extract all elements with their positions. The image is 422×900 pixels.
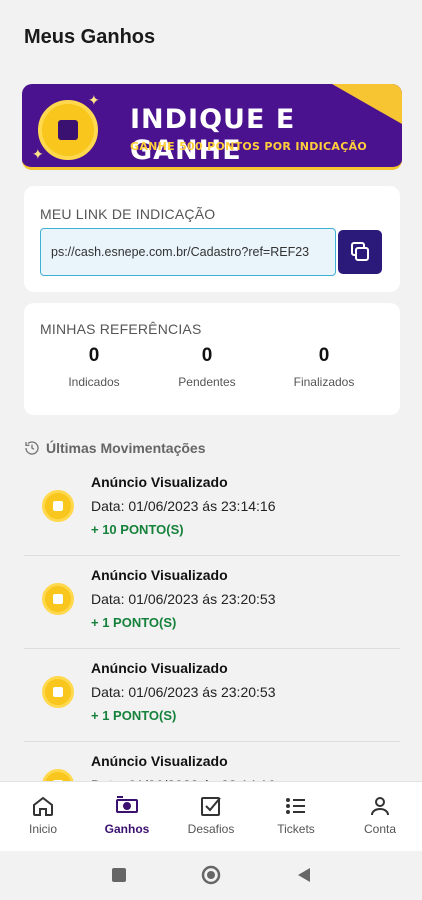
movement-item[interactable]: Anúncio Visualizado Data: 01/06/2023 ás … bbox=[24, 650, 400, 742]
history-icon bbox=[25, 441, 39, 455]
movement-title: Anúncio Visualizado bbox=[91, 474, 228, 490]
cash-icon bbox=[116, 796, 138, 813]
stat-label: Pendentes bbox=[178, 375, 236, 389]
movement-points: + 1 PONTO(S) bbox=[91, 615, 177, 630]
movement-item[interactable]: Anúncio Visualizado Data: 01/06/2023 ás … bbox=[24, 557, 400, 649]
stat-finalizados: 0 Finalizados bbox=[274, 345, 374, 389]
stat-value: 0 bbox=[201, 345, 213, 366]
referrals-card: MINHAS REFERÊNCIAS 0 Indicados 0 Pendent… bbox=[24, 303, 400, 415]
nav-label: Tickets bbox=[277, 822, 315, 836]
page-title: Meus Ganhos bbox=[24, 26, 156, 48]
movements-section-title: Últimas Movimentações bbox=[24, 440, 206, 456]
list-icon bbox=[286, 798, 305, 814]
referral-link-card: MEU LINK DE INDICAÇÃO ps://cash.esnepe.c… bbox=[24, 186, 400, 292]
coin-icon bbox=[42, 676, 74, 708]
bottom-navigation: Inicio Ganhos Desafios Tickets Conta bbox=[0, 781, 422, 851]
referral-banner[interactable]: ✦ ✦ INDIQUE E GANHE GANHE 500 PONTOS POR… bbox=[22, 84, 402, 170]
system-navigation-bar bbox=[0, 851, 422, 900]
referral-link-field[interactable]: ps://cash.esnepe.com.br/Cadastro?ref=REF… bbox=[40, 228, 336, 276]
home-icon bbox=[33, 796, 53, 816]
banner-title: INDIQUE E GANHE bbox=[130, 104, 296, 166]
nav-item-tickets[interactable]: Tickets bbox=[261, 794, 331, 836]
recents-button[interactable] bbox=[111, 867, 127, 888]
sparkle-icon: ✦ bbox=[32, 146, 44, 162]
movement-points: + 10 PONTO(S) bbox=[91, 522, 184, 537]
referrals-title: MINHAS REFERÊNCIAS bbox=[40, 321, 202, 337]
nav-label: Conta bbox=[363, 822, 397, 836]
nav-label: Ganhos bbox=[104, 822, 150, 836]
person-icon bbox=[371, 797, 389, 816]
nav-item-inicio[interactable]: Inicio bbox=[8, 794, 78, 836]
nav-item-ganhos[interactable]: Ganhos bbox=[92, 794, 162, 836]
movement-item[interactable]: Anúncio Visualizado Data: 01/06/2023 ás … bbox=[24, 464, 400, 556]
nav-item-desafios[interactable]: Desafios bbox=[176, 794, 246, 836]
nav-item-conta[interactable]: Conta bbox=[345, 794, 415, 836]
checkbox-icon bbox=[201, 797, 221, 816]
movement-date: Data: 01/06/2023 ás 23:14:16 bbox=[91, 498, 276, 514]
movement-title: Anúncio Visualizado bbox=[91, 567, 228, 583]
coin-icon bbox=[42, 490, 74, 522]
coin-icon bbox=[38, 100, 98, 160]
stat-indicados: 0 Indicados bbox=[44, 345, 144, 389]
copy-link-button[interactable] bbox=[338, 230, 382, 274]
nav-label: Inicio bbox=[28, 822, 57, 836]
movement-date: Data: 01/06/2023 ás 23:20:53 bbox=[91, 591, 276, 607]
movements-title: Últimas Movimentações bbox=[46, 440, 206, 456]
referral-link-title: MEU LINK DE INDICAÇÃO bbox=[40, 206, 216, 222]
stat-label: Indicados bbox=[68, 375, 120, 389]
home-system-button[interactable] bbox=[201, 865, 221, 890]
copy-icon bbox=[351, 242, 369, 261]
square-icon bbox=[112, 868, 126, 882]
stat-value: 0 bbox=[88, 345, 100, 366]
back-triangle-icon bbox=[298, 868, 310, 882]
banner-subtitle: GANHE 500 PONTOS POR INDICAÇÃO bbox=[130, 140, 368, 153]
movement-title: Anúncio Visualizado bbox=[91, 753, 228, 769]
movement-date: Data: 01/06/2023 ás 23:20:53 bbox=[91, 684, 276, 700]
nav-label: Desafios bbox=[187, 822, 235, 836]
movement-points: + 1 PONTO(S) bbox=[91, 708, 177, 723]
coin-icon bbox=[42, 583, 74, 615]
sparkle-icon: ✦ bbox=[88, 92, 100, 108]
movement-title: Anúncio Visualizado bbox=[91, 660, 228, 676]
stat-value: 0 bbox=[318, 345, 330, 366]
stat-label: Finalizados bbox=[293, 375, 355, 389]
circle-icon bbox=[201, 865, 221, 885]
stat-pendentes: 0 Pendentes bbox=[157, 345, 257, 389]
back-button[interactable] bbox=[296, 867, 312, 888]
